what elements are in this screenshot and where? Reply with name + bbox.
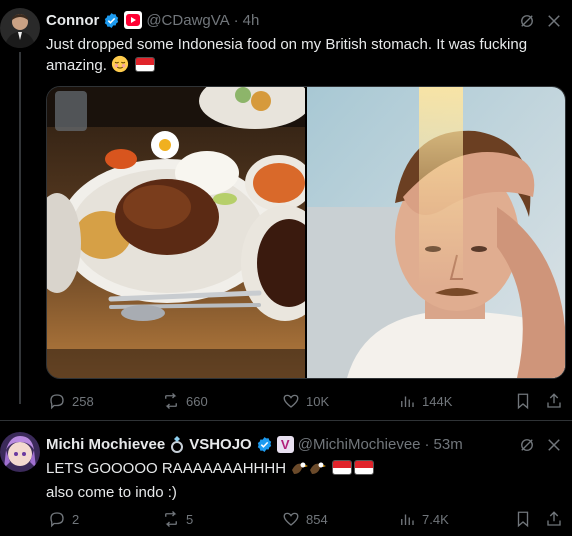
tweet2-text-line2: also come to indo :) [46,484,177,501]
selfie-photo[interactable] [307,87,565,378]
views-button[interactable]: 144K [398,392,452,410]
repost-count: 5 [186,511,194,527]
like-count: 10K [306,393,330,409]
more-icon[interactable] [545,12,563,35]
views-icon [401,514,414,525]
handle[interactable]: @MichiMochievee [298,436,421,453]
indonesia-flag-icon [135,57,156,72]
tweet-text-line2-wrap: amazing. [46,55,566,79]
tweet2-text: LETS GOOOOO RAAAAAAAHHHH also come to in… [46,458,566,503]
food-photo[interactable] [47,87,329,378]
display-name[interactable]: Connor [46,12,99,29]
handle[interactable]: @CDawgVA [146,12,229,29]
timestamp[interactable]: 53m [434,436,463,453]
reply-button[interactable]: 2 [48,510,79,528]
verified-badge-icon [256,436,273,453]
tweet-text: Just dropped some Indonesia food on my B… [46,34,566,79]
reply-count: 258 [72,393,94,409]
tweet2-header: Michi Mochievee VSHOJO V @MichiMochievee… [46,434,463,454]
display-name[interactable]: Michi Mochievee [46,436,165,453]
views-icon [401,396,414,407]
reply-icon [50,394,64,410]
vshojo-badge-icon: V [276,435,294,453]
like-count: 854 [306,511,328,527]
like-icon [283,394,299,408]
tweet-text-line2: amazing. [46,57,107,74]
relieved-face-emoji-icon [111,55,129,79]
indonesia-flag-icon-2 [354,460,375,475]
repost-icon [165,393,177,409]
separator: · [424,435,430,453]
views-button[interactable]: 7.4K [398,510,449,528]
tweet2-text-line1-wrap: LETS GOOOOO RAAAAAAAHHHH [46,458,566,482]
share-button[interactable] [545,510,563,528]
tweet-header: Connor @CDawgVA · 4h [46,10,259,30]
reply-icon [50,512,64,528]
repost-button[interactable]: 5 [162,510,193,528]
separator: · [233,11,239,29]
repost-count: 660 [186,393,208,409]
bookmark-icon [517,393,529,410]
timestamp[interactable]: 4h [243,12,260,29]
reply-button[interactable]: 258 [48,392,94,410]
verified-badge-icon [103,12,120,29]
views-count: 7.4K [422,511,449,527]
repost-icon [165,511,177,527]
youtube-badge-icon [124,11,143,29]
grok-icon[interactable] [518,436,536,459]
avatar-michi[interactable] [0,432,40,472]
bookmark-button[interactable] [514,392,532,410]
grok-icon[interactable] [518,12,536,35]
bookmark-icon [517,511,529,528]
repost-button[interactable]: 660 [162,392,208,410]
eagle-emoji-icon [290,460,309,482]
like-button[interactable]: 854 [282,510,328,528]
bookmark-button[interactable] [514,510,532,528]
share-icon [547,511,561,526]
reply-count: 2 [72,511,80,527]
like-icon [283,512,299,526]
media-grid[interactable] [46,86,566,379]
tweet2-text-line1: LETS GOOOOO RAAAAAAAHHHH [46,460,287,477]
share-icon [547,393,561,408]
eagle-emoji-icon-2 [308,460,327,482]
ring-emoji-icon [169,435,185,453]
tweet-text-line1: Just dropped some Indonesia food on my B… [46,36,528,53]
views-count: 144K [422,393,453,409]
more-icon[interactable] [545,436,563,459]
avatar-connor[interactable] [0,8,40,48]
like-button[interactable]: 10K [282,392,329,410]
affiliation[interactable]: VSHOJO [189,436,252,453]
share-button[interactable] [545,392,563,410]
tweet-divider [0,420,572,421]
indonesia-flag-icon [332,460,353,475]
thread-line [19,52,21,404]
